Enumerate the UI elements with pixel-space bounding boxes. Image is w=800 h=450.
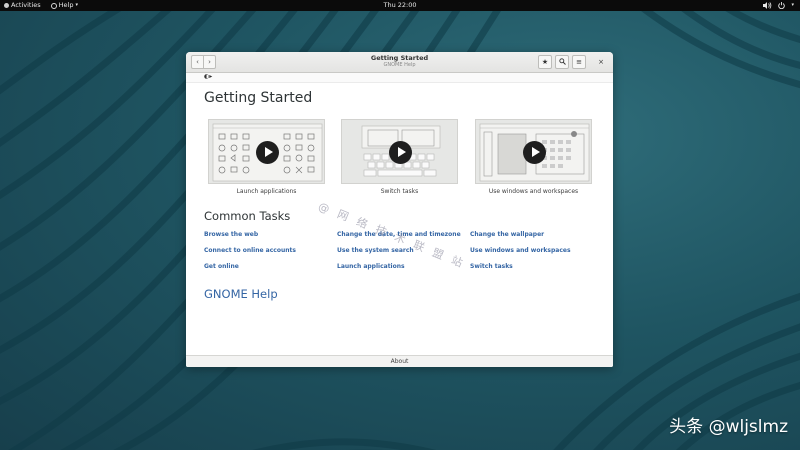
- task-link-browse-web[interactable]: Browse the web: [204, 231, 258, 238]
- video-card-launch-applications[interactable]: Launch applications: [208, 119, 325, 195]
- search-button[interactable]: [555, 55, 569, 69]
- brand-watermark: 头条 @wljslmz: [669, 417, 788, 437]
- search-icon: [558, 58, 566, 65]
- menu-button[interactable]: ≡: [572, 55, 586, 69]
- common-tasks-heading: Common Tasks: [204, 209, 291, 223]
- task-link-windows-workspaces[interactable]: Use windows and workspaces: [470, 247, 571, 254]
- video-card-use-windows-workspaces[interactable]: Use windows and workspaces: [475, 119, 592, 195]
- video-thumbnail[interactable]: [341, 119, 458, 184]
- volume-icon: [763, 2, 772, 9]
- system-status-area[interactable]: ▾: [763, 0, 794, 11]
- star-icon: ★: [541, 58, 549, 66]
- clock[interactable]: Thu 22:00: [0, 0, 800, 11]
- task-link-switch-tasks[interactable]: Switch tasks: [470, 263, 513, 270]
- close-button[interactable]: ×: [595, 56, 607, 68]
- video-caption[interactable]: Switch tasks: [341, 188, 458, 195]
- video-card-switch-tasks[interactable]: Switch tasks: [341, 119, 458, 195]
- play-icon[interactable]: [256, 141, 279, 164]
- help-window: ‹ › Getting Started GNOME Help ★ ≡ × ◐▸ …: [186, 52, 613, 367]
- video-thumbnail[interactable]: [475, 119, 592, 184]
- page-title: Getting Started: [204, 90, 313, 106]
- bookmark-button[interactable]: ★: [538, 55, 552, 69]
- status-caret-down-icon: ▾: [791, 2, 794, 8]
- video-caption[interactable]: Use windows and workspaces: [475, 188, 592, 195]
- video-thumbnail[interactable]: [208, 119, 325, 184]
- task-link-online-accounts[interactable]: Connect to online accounts: [204, 247, 296, 254]
- help-home-icon[interactable]: ◐▸: [204, 74, 212, 80]
- play-icon[interactable]: [523, 141, 546, 164]
- task-link-get-online[interactable]: Get online: [204, 263, 239, 270]
- power-icon: [778, 2, 786, 9]
- play-icon[interactable]: [389, 141, 412, 164]
- hamburger-menu-icon: ≡: [576, 58, 582, 66]
- task-link-change-wallpaper[interactable]: Change the wallpaper: [470, 231, 544, 238]
- top-bar: Activities Help ▾ Thu 22:00 ▾: [0, 0, 800, 11]
- about-footer[interactable]: About: [186, 355, 613, 367]
- header-bar: ‹ › Getting Started GNOME Help ★ ≡ ×: [186, 52, 613, 73]
- close-icon: ×: [598, 58, 604, 66]
- video-caption[interactable]: Launch applications: [208, 188, 325, 195]
- gnome-help-link[interactable]: GNOME Help: [204, 287, 278, 301]
- breadcrumb: ◐▸: [186, 73, 613, 83]
- task-link-launch-applications[interactable]: Launch applications: [337, 263, 405, 270]
